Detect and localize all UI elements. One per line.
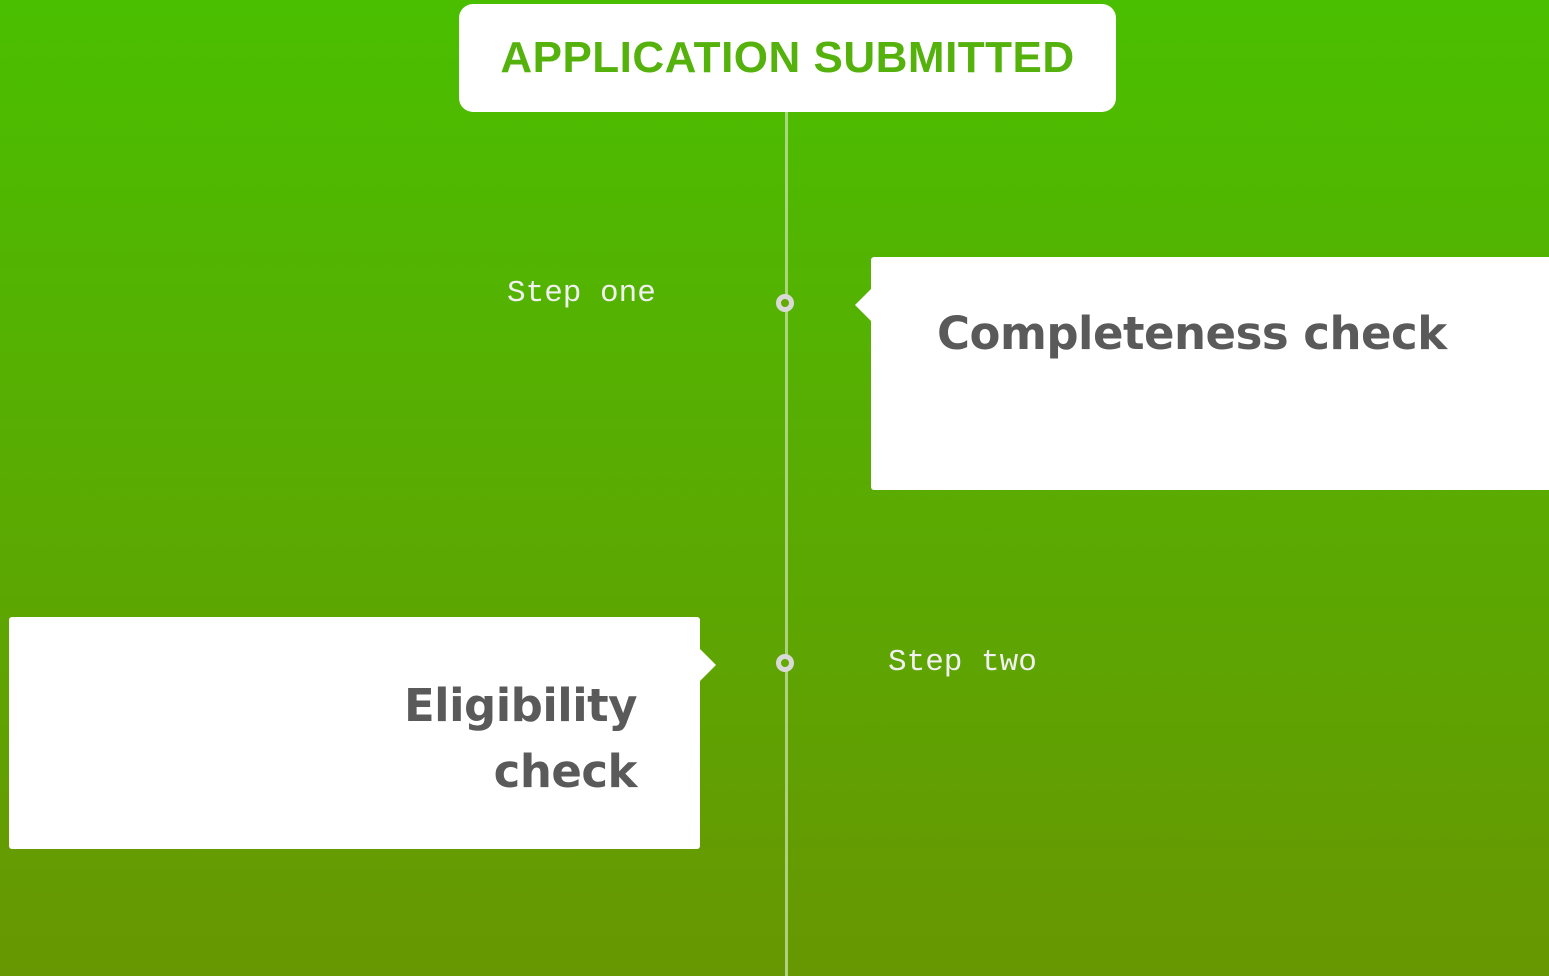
header-box: APPLICATION SUBMITTED [459, 4, 1116, 112]
step-one-card: Completeness check [855, 257, 1549, 490]
step-two-marker [776, 654, 794, 672]
timeline-line [785, 112, 788, 976]
step-two-title: Eligibility check [403, 679, 638, 798]
step-one-title: Completeness check [937, 307, 1447, 360]
step-two-card: Eligibility check [9, 617, 716, 849]
step-one-label: Step one [507, 276, 656, 311]
step-one-marker [776, 294, 794, 312]
header-title: APPLICATION SUBMITTED [500, 33, 1075, 82]
step-two-label: Step two [888, 645, 1037, 680]
